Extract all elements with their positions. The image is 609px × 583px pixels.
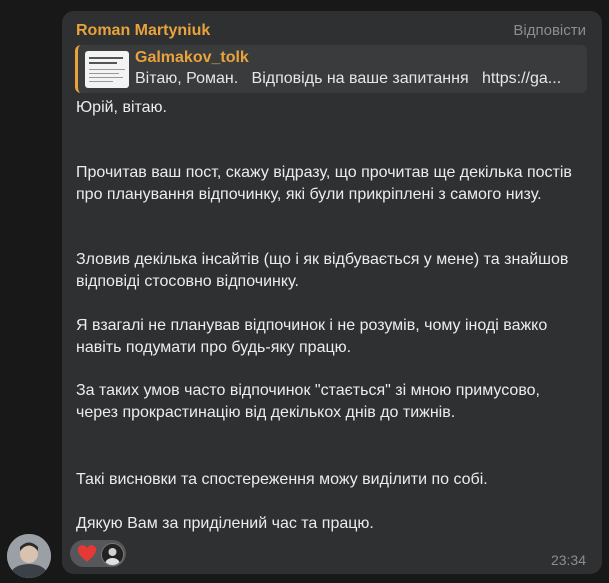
message-author[interactable]: Roman Martyniuk xyxy=(76,22,210,40)
message-paragraph: Зловив декілька інсайтів (що і як відбув… xyxy=(76,251,569,290)
message-bubble: Roman Martyniuk Відповісти Galmakov_tolk… xyxy=(62,11,602,574)
message-paragraph: Дякую Вам за приділений час та працю. xyxy=(76,515,374,532)
message-time: 23:34 xyxy=(550,552,586,568)
reactor-avatar xyxy=(101,543,124,566)
quote-text: Вітаю, Роман. Відповідь на ваше запитанн… xyxy=(135,70,562,87)
reaction-chip[interactable] xyxy=(70,540,126,567)
quote-thumbnail xyxy=(85,51,129,88)
message-paragraph: Такі висновки та спостереження можу виді… xyxy=(76,471,488,488)
message-paragraph: За таких умов часто відпочинок "стається… xyxy=(76,382,540,421)
quoted-message[interactable]: Galmakov_tolk Вітаю, Роман. Відповідь на… xyxy=(75,45,587,93)
message-paragraph: Юрій, вітаю. xyxy=(76,99,167,116)
sender-avatar[interactable] xyxy=(7,534,51,578)
heart-icon xyxy=(77,544,97,568)
reply-button[interactable]: Відповісти xyxy=(513,22,586,39)
message-paragraph: Прочитав ваш пост, скажу відразу, що про… xyxy=(76,164,572,203)
quote-author: Galmakov_tolk xyxy=(135,49,249,66)
message-paragraph: Я взагалі не планував відпочинок і не ро… xyxy=(76,317,548,356)
